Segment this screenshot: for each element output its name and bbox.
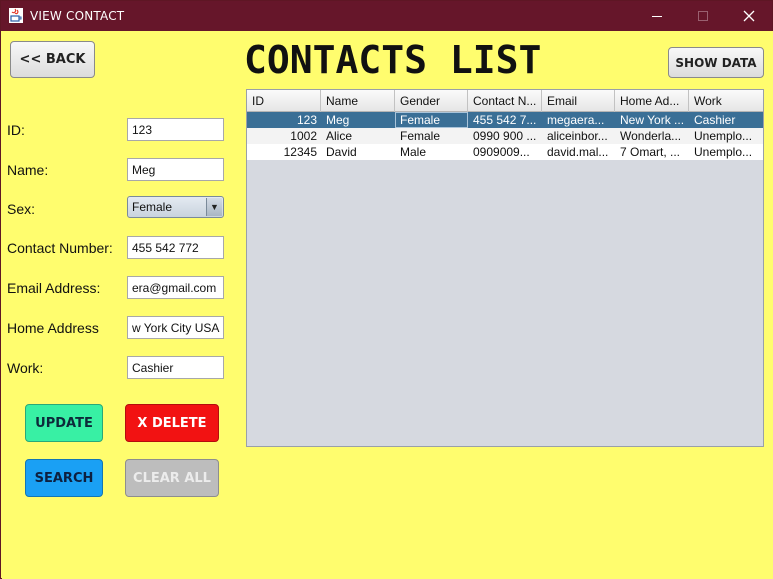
dropdown-arrow-icon[interactable]: ▼ [206, 198, 222, 216]
table-cell: Male [400, 145, 427, 159]
table-cell: New York ... [620, 113, 685, 127]
sex-label: Sex: [7, 201, 36, 217]
table-row[interactable]: 123 Meg Female 455 542 7... megaera... N… [247, 112, 763, 128]
show-data-button[interactable]: SHOW DATA [668, 47, 764, 78]
minimize-button[interactable] [634, 1, 680, 31]
table-cell: david.mal... [547, 145, 609, 159]
table-cell: Female [395, 112, 468, 128]
table-cell: megaera... [547, 113, 605, 127]
maximize-button[interactable] [680, 1, 726, 31]
table-row[interactable]: 1002 Alice Female 0990 900 ... aliceinbo… [247, 128, 763, 144]
column-header-name[interactable]: Name [321, 90, 395, 112]
table-cell: 12345 [283, 145, 317, 159]
table-cell: 0909009... [473, 145, 530, 159]
close-icon [743, 10, 755, 22]
work-field[interactable]: Cashier [127, 356, 224, 379]
update-button[interactable]: UPDATE [25, 404, 103, 442]
table-cell: 7 Omart, ... [620, 145, 681, 159]
table-cell: Wonderla... [620, 129, 682, 143]
table-cell: Unemplo... [694, 145, 753, 159]
table-row[interactable]: 12345 David Male 0909009... david.mal...… [247, 144, 763, 160]
search-button[interactable]: SEARCH [25, 459, 103, 497]
work-label: Work: [7, 360, 44, 376]
column-header-contact[interactable]: Contact N... [468, 90, 542, 112]
column-header-email[interactable]: Email [542, 90, 615, 112]
home-address-label: Home Address [7, 320, 99, 336]
table-cell: aliceinbor... [547, 129, 608, 143]
table-cell: Unemplo... [694, 129, 753, 143]
clear-all-button[interactable]: CLEAR ALL [125, 459, 219, 497]
sex-select[interactable]: Female ▼ [127, 196, 224, 218]
application-window: VIEW CONTACT << BACK CONTACTS LIST SHOW … [0, 0, 773, 579]
table-cell: Cashier [694, 113, 736, 127]
contacts-table[interactable]: ID Name Gender Contact N... Email Home A… [246, 89, 764, 447]
home-address-field[interactable]: w York City USA [127, 316, 224, 339]
name-label: Name: [7, 162, 49, 178]
table-cell: 0990 900 ... [473, 129, 537, 143]
column-header-home-address[interactable]: Home Ad... [615, 90, 689, 112]
java-icon [9, 8, 23, 23]
table-cell: David [326, 145, 357, 159]
delete-button[interactable]: X DELETE [125, 404, 219, 442]
table-cell: Meg [326, 113, 350, 127]
close-button[interactable] [726, 1, 772, 31]
main-panel: << BACK CONTACTS LIST SHOW DATA ID: 123 … [2, 31, 773, 579]
table-cell: Female [400, 129, 441, 143]
contact-number-field[interactable]: 455 542 772 [127, 236, 224, 259]
page-title: CONTACTS LIST [244, 38, 542, 82]
column-header-id[interactable]: ID [247, 90, 321, 112]
table-cell: 1002 [290, 129, 317, 143]
window-title: VIEW CONTACT [30, 9, 125, 23]
maximize-icon [698, 11, 708, 21]
sex-select-value: Female [132, 200, 173, 214]
back-button[interactable]: << BACK [10, 41, 95, 78]
table-cell: 455 542 7... [473, 113, 537, 127]
table-cell: 123 [296, 113, 317, 127]
contact-number-label: Contact Number: [7, 240, 113, 256]
title-bar[interactable]: VIEW CONTACT [1, 1, 772, 31]
column-header-gender[interactable]: Gender [395, 90, 468, 112]
minimize-icon [652, 15, 662, 17]
id-field[interactable]: 123 [127, 118, 224, 141]
id-label: ID: [7, 122, 25, 138]
email-field[interactable]: era@gmail.com [127, 276, 224, 299]
table-cell: Alice [326, 129, 353, 143]
table-header: ID Name Gender Contact N... Email Home A… [247, 90, 763, 112]
name-field[interactable]: Meg [127, 158, 224, 181]
column-header-work[interactable]: Work [689, 90, 763, 112]
email-label: Email Address: [7, 280, 101, 296]
